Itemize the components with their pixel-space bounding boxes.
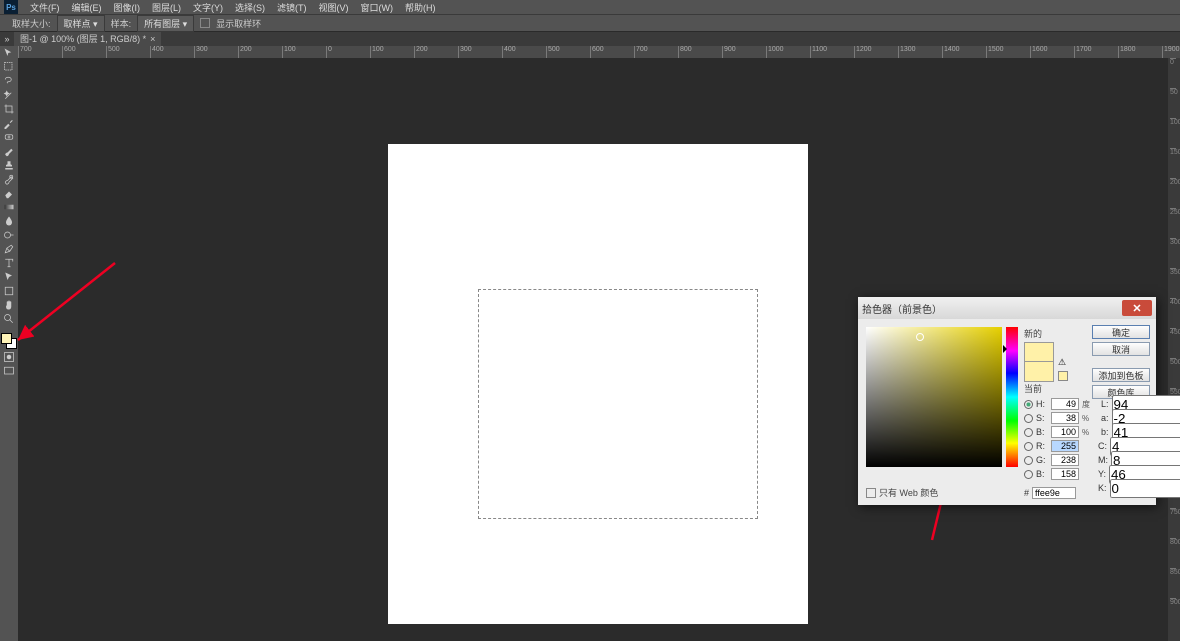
menu-file[interactable]: 文件(F)	[24, 1, 66, 14]
menu-filter[interactable]: 滤镜(T)	[271, 1, 313, 14]
lasso-tool[interactable]	[0, 74, 18, 88]
new-color-label: 新的	[1024, 327, 1054, 340]
hue-slider[interactable]	[1006, 327, 1018, 467]
color-cursor[interactable]	[916, 333, 924, 341]
cancel-button[interactable]: 取消	[1092, 342, 1150, 356]
eraser-tool[interactable]	[0, 186, 18, 200]
brush-tool[interactable]	[0, 144, 18, 158]
quickmask-tool[interactable]	[0, 350, 18, 364]
app-logo: Ps	[4, 0, 18, 14]
sample-dropdown[interactable]: 所有图层 ▾	[137, 15, 194, 32]
horizontal-ruler: 7006005004003002001000100200300400500600…	[18, 46, 1180, 58]
b-radio[interactable]	[1024, 428, 1033, 437]
zoom-tool[interactable]	[0, 312, 18, 326]
eyedropper-tool[interactable]	[0, 116, 18, 130]
document-tab[interactable]: 图-1 @ 100% (图层 1, RGB/8) *×	[14, 32, 161, 46]
bch-radio[interactable]	[1024, 470, 1033, 479]
color-field[interactable]	[866, 327, 1002, 467]
sample-size-dropdown[interactable]: 取样点 ▾	[57, 15, 105, 32]
current-color-swatch[interactable]	[1024, 362, 1054, 382]
hex-label: #	[1024, 488, 1029, 498]
move-tool[interactable]	[0, 46, 18, 60]
stamp-tool[interactable]	[0, 158, 18, 172]
hex-input[interactable]	[1032, 487, 1076, 499]
screenmode-tool[interactable]	[0, 364, 18, 378]
hand-tool[interactable]	[0, 298, 18, 312]
color-picker-dialog: 拾色器（前景色） ✕ 新的 当前 ⚠ 确定 取消 添加到色板 颜色库 H:度 S…	[858, 297, 1156, 505]
menu-bar: Ps 文件(F) 编辑(E) 图像(I) 图层(L) 文字(Y) 选择(S) 滤…	[0, 0, 1180, 14]
color-swatch[interactable]	[0, 332, 18, 350]
color-preview: 新的 当前	[1024, 327, 1054, 397]
menu-help[interactable]: 帮助(H)	[399, 1, 442, 14]
show-ring-label: 显示取样环	[216, 17, 261, 30]
close-icon[interactable]: ×	[150, 34, 155, 44]
s-input[interactable]	[1051, 412, 1079, 424]
pen-tool[interactable]	[0, 242, 18, 256]
bch-input[interactable]	[1051, 468, 1079, 480]
web-only-checkbox[interactable]	[866, 488, 876, 498]
options-bar: 取样大小: 取样点 ▾ 样本: 所有图层 ▾ 显示取样环	[0, 14, 1180, 32]
ok-button[interactable]: 确定	[1092, 325, 1150, 339]
hue-cursor[interactable]	[1003, 345, 1007, 353]
menu-layer[interactable]: 图层(L)	[146, 1, 187, 14]
crop-tool[interactable]	[0, 102, 18, 116]
type-tool[interactable]	[0, 256, 18, 270]
marquee-tool[interactable]	[0, 60, 18, 74]
menu-window[interactable]: 窗口(W)	[355, 1, 400, 14]
tab-expand-icon[interactable]: »	[0, 34, 14, 44]
dialog-titlebar[interactable]: 拾色器（前景色） ✕	[858, 297, 1156, 319]
menu-edit[interactable]: 编辑(E)	[66, 1, 108, 14]
g-radio[interactable]	[1024, 456, 1033, 465]
blur-tool[interactable]	[0, 214, 18, 228]
dialog-title: 拾色器（前景色）	[862, 301, 1122, 316]
shape-tool[interactable]	[0, 284, 18, 298]
show-ring-checkbox[interactable]	[200, 18, 210, 28]
document-canvas[interactable]	[388, 144, 808, 624]
web-only-label: 只有 Web 颜色	[879, 486, 938, 499]
wand-tool[interactable]	[0, 88, 18, 102]
h-radio[interactable]	[1024, 400, 1033, 409]
s-radio[interactable]	[1024, 414, 1033, 423]
marquee-selection[interactable]	[478, 289, 758, 519]
new-color-swatch	[1024, 342, 1054, 362]
path-select-tool[interactable]	[0, 270, 18, 284]
g-input[interactable]	[1051, 454, 1079, 466]
healing-tool[interactable]	[0, 130, 18, 144]
sample-size-label: 取样大小:	[12, 17, 51, 30]
menu-type[interactable]: 文字(Y)	[187, 1, 229, 14]
dialog-body: 新的 当前 ⚠ 确定 取消 添加到色板 颜色库 H:度 S:% B:% R: G…	[858, 319, 1156, 505]
current-color-label: 当前	[1024, 382, 1054, 395]
menu-image[interactable]: 图像(I)	[108, 1, 147, 14]
document-tab-bar: » 图-1 @ 100% (图层 1, RGB/8) *×	[0, 32, 1180, 46]
gamut-warning-icon[interactable]: ⚠	[1058, 357, 1068, 367]
close-button[interactable]: ✕	[1122, 300, 1152, 316]
bv-input[interactable]	[1051, 426, 1079, 438]
dodge-tool[interactable]	[0, 228, 18, 242]
r-radio[interactable]	[1024, 442, 1033, 451]
gradient-tool[interactable]	[0, 200, 18, 214]
k-input[interactable]	[1110, 479, 1180, 498]
history-brush-tool[interactable]	[0, 172, 18, 186]
add-swatch-button[interactable]: 添加到色板	[1092, 368, 1150, 382]
r-input[interactable]	[1051, 440, 1079, 452]
menu-select[interactable]: 选择(S)	[229, 1, 271, 14]
toolbox	[0, 46, 18, 378]
vertical-ruler: 0501001502002503003504004505005506006507…	[1168, 58, 1180, 641]
menu-view[interactable]: 视图(V)	[313, 1, 355, 14]
foreground-color[interactable]	[1, 333, 12, 344]
sample-label: 样本:	[111, 17, 132, 30]
websafe-swatch[interactable]	[1058, 371, 1068, 381]
h-input[interactable]	[1051, 398, 1079, 410]
